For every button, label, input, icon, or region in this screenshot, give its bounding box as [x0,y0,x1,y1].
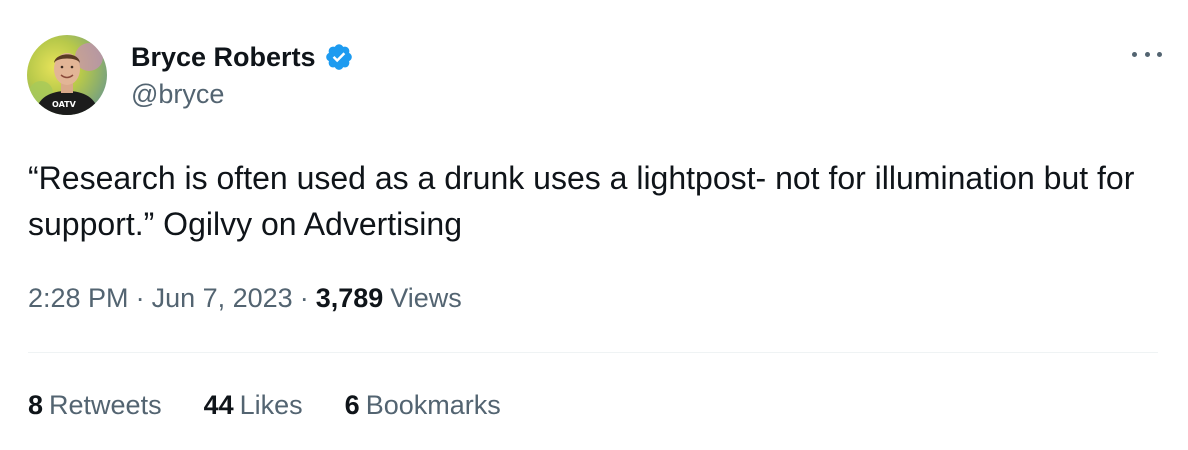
more-options-icon[interactable] [1132,42,1162,66]
retweets-stat[interactable]: 8 Retweets [28,390,162,421]
tweet-card: OATV Bryce Roberts @bryce “Research is o… [0,0,1188,450]
retweets-count: 8 [28,390,44,420]
more-dot [1132,51,1137,57]
tweet-stats: 8 Retweets 44 Likes 6 Bookmarks [28,390,543,421]
bookmarks-count: 6 [344,390,360,420]
tweet-text: “Research is often used as a drunk uses … [28,160,1135,242]
likes-count: 44 [203,390,234,420]
meta-separator: · [299,283,309,313]
verified-badge-icon[interactable] [324,42,354,72]
bookmarks-stat[interactable]: 6 Bookmarks [345,390,501,421]
meta-separator: · [135,283,145,313]
author-display-name[interactable]: Bryce Roberts [131,42,316,73]
tweet-date[interactable]: Jun 7, 2023 [152,283,293,314]
views-count: 3,789 [315,283,384,313]
avatar-shirt-text: OATV [52,100,77,109]
views-label: Views [390,283,462,313]
author-handle[interactable]: @bryce [131,79,354,110]
avatar[interactable]: OATV [27,35,107,115]
tweet-time[interactable]: 2:28 PM [28,283,129,314]
tweet-meta: 2:28 PM · Jun 7, 2023 · 3,789 Views [28,283,462,314]
author-name-row: Bryce Roberts [131,39,354,75]
likes-stat[interactable]: 44 Likes [204,390,303,421]
bookmarks-label: Bookmarks [365,390,501,420]
more-dot [1157,51,1162,57]
author-block: Bryce Roberts @bryce [131,39,354,110]
more-dot [1144,51,1150,57]
avatar-image: OATV [27,35,107,115]
likes-label: Likes [239,390,303,420]
divider [28,352,1158,353]
retweets-label: Retweets [49,390,162,420]
